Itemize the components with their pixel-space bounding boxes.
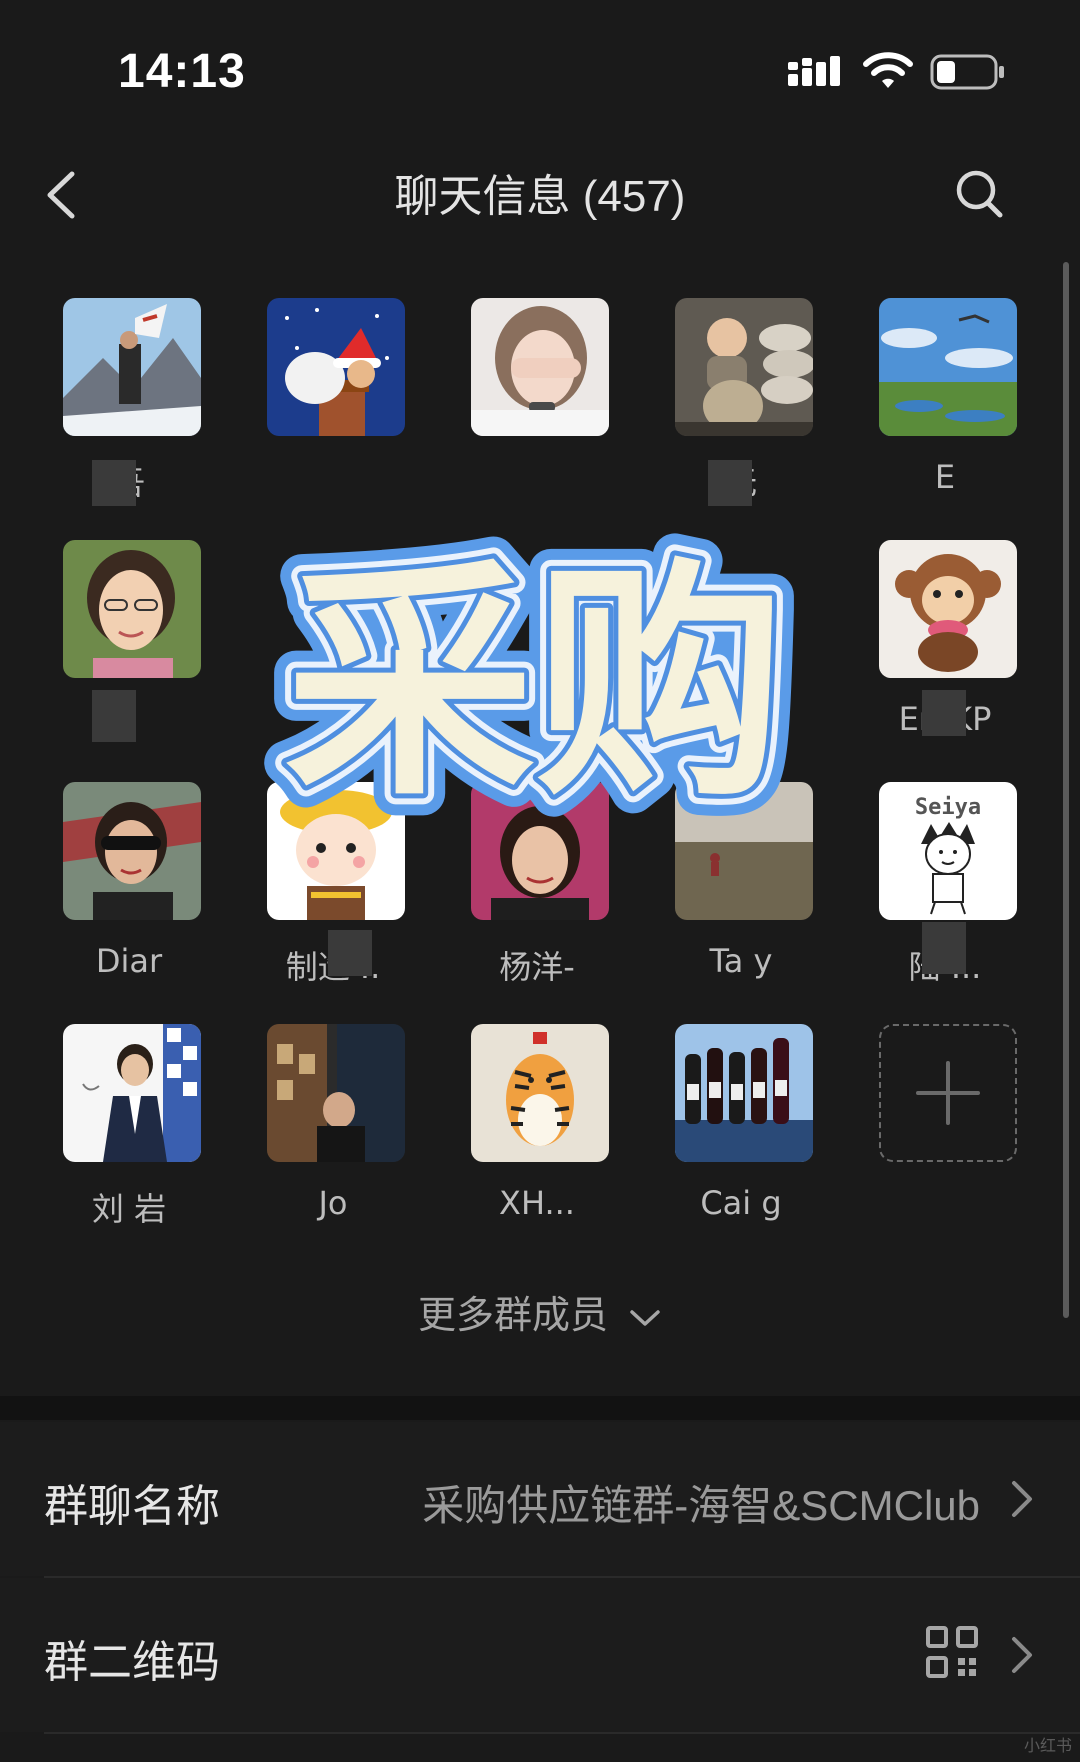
member-tile[interactable] [40, 540, 210, 760]
chevron-right-icon [1012, 1481, 1032, 1517]
avatar [267, 298, 405, 436]
qr-code-icon [926, 1626, 978, 1678]
section-divider [0, 1396, 1080, 1420]
group-name-label: 群聊名称 [44, 1481, 220, 1532]
member-tile[interactable]: Cai g [652, 1024, 822, 1244]
member-grid: 吾 [0, 0, 1080, 1240]
avatar [471, 1024, 609, 1162]
avatar [63, 540, 201, 678]
avatar [675, 1024, 813, 1162]
member-name: Cai g [700, 1184, 782, 1222]
chevron-right-icon [1012, 1637, 1032, 1673]
member-name: 杨洋- [499, 948, 575, 986]
avatar [63, 1024, 201, 1162]
more-members-label: 更多群成员 [417, 1293, 608, 1337]
more-members-button[interactable]: 更多群成员 [0, 1284, 1080, 1339]
avatar [879, 298, 1017, 436]
member-tile[interactable]: Jo [244, 1024, 414, 1244]
privacy-mask [922, 690, 966, 736]
group-qr-row[interactable]: 群二维码 [0, 1578, 1080, 1732]
plus-icon [916, 1061, 980, 1125]
svg-text:Seiya: Seiya [915, 795, 981, 820]
privacy-mask [92, 460, 136, 506]
sticker-text-fill: 采购 [285, 538, 785, 829]
privacy-mask [922, 922, 966, 974]
avatar [267, 1024, 405, 1162]
member-tile[interactable]: Eri KP [856, 540, 1026, 760]
avatar [63, 782, 201, 920]
chevron-down-icon [630, 1309, 660, 1326]
purchasing-sticker: 采购 采购 采购 [222, 500, 848, 851]
add-member-button[interactable] [879, 1024, 1017, 1162]
member-name: E [934, 458, 956, 496]
member-tile[interactable]: 刘 岩 [40, 1024, 210, 1244]
member-tile[interactable]: E [856, 298, 1026, 518]
avatar [63, 298, 201, 436]
member-tile[interactable] [244, 298, 414, 518]
member-name: Diar [95, 942, 163, 980]
member-tile[interactable]: 无 [652, 298, 822, 518]
add-member-tile[interactable] [856, 1024, 1026, 1244]
watermark: 小红书 [1023, 1736, 1072, 1755]
member-name: 刘 岩 [91, 1190, 167, 1228]
avatar [675, 298, 813, 436]
member-tile[interactable] [448, 298, 618, 518]
member-tile[interactable]: XH... [448, 1024, 618, 1244]
member-name: XH... [499, 1184, 575, 1222]
privacy-mask [92, 690, 136, 742]
group-name-row[interactable]: 群聊名称 采购供应链群-海智&SCMClub [0, 1422, 1080, 1576]
member-name: Ta y [709, 942, 773, 980]
avatar [879, 540, 1017, 678]
group-qr-label: 群二维码 [44, 1637, 220, 1688]
group-name-value: 采购供应链群-海智&SCMClub [422, 1482, 980, 1529]
member-tile[interactable]: 吾 [40, 298, 210, 518]
member-tile[interactable]: Diar [40, 782, 210, 1002]
avatar: Seiya [879, 782, 1017, 920]
member-name: Jo [318, 1184, 348, 1222]
member-tile[interactable]: Seiya 陆 ... [856, 782, 1026, 1002]
privacy-mask [328, 930, 372, 976]
row-divider [44, 1732, 1080, 1734]
avatar [471, 298, 609, 436]
